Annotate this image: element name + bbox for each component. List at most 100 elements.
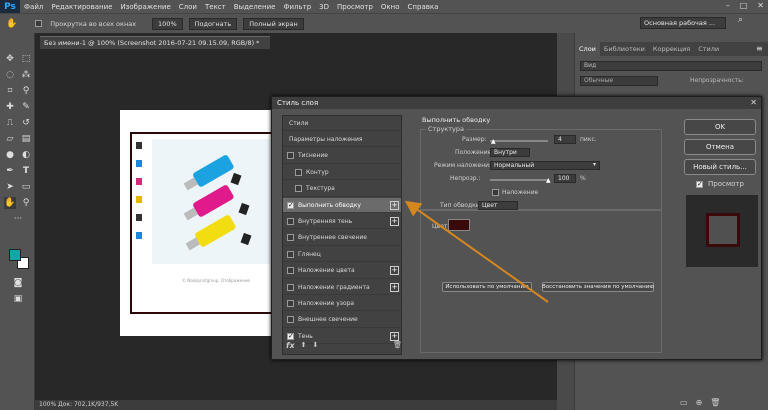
style-list-item[interactable]: Стили	[283, 116, 401, 131]
position-select[interactable]: Внутри	[490, 148, 530, 157]
new-group-icon[interactable]: ▭	[680, 398, 688, 410]
maximize-icon[interactable]: □	[740, 1, 748, 10]
zoom-tool-icon[interactable]: ⚲	[20, 197, 32, 209]
brush-tool-icon[interactable]: ✎	[20, 101, 32, 113]
delete-effect-icon[interactable]: 🗑	[393, 341, 402, 349]
layers-filter-field[interactable]: Вид	[580, 61, 762, 71]
healing-brush-icon[interactable]: ✚	[4, 101, 16, 113]
reset-default-button[interactable]: Восстановить значения по умолчанию	[542, 282, 654, 292]
size-field[interactable]: 4	[554, 135, 576, 144]
menu-item[interactable]: Редактирование	[47, 3, 116, 11]
preview-checkbox[interactable]	[696, 180, 703, 188]
pen-tool-icon[interactable]: ✒	[4, 165, 16, 177]
quick-mask-icon[interactable]: ◙	[12, 277, 24, 289]
style-checkbox[interactable]	[287, 299, 294, 307]
menu-item[interactable]: Файл	[20, 3, 47, 11]
blend-mode-select[interactable]: Нормальный	[490, 161, 600, 170]
blend-mode-select[interactable]: Обычные	[580, 76, 658, 86]
history-brush-icon[interactable]: ↺	[20, 117, 32, 129]
minimize-icon[interactable]: –	[726, 1, 730, 10]
move-up-icon[interactable]: ⬆	[301, 341, 307, 349]
move-tool-icon[interactable]: ✥	[4, 53, 16, 65]
new-layer-icon[interactable]: ⊕	[696, 398, 703, 410]
scroll-all-checkbox[interactable]	[35, 20, 43, 27]
path-selection-icon[interactable]: ➤	[4, 181, 16, 193]
ok-button[interactable]: OK	[684, 119, 756, 135]
style-checkbox[interactable]	[295, 185, 302, 193]
fit-screen-button[interactable]: Подогнать	[188, 17, 238, 30]
crop-tool-icon[interactable]: ⌗	[4, 85, 16, 97]
add-effect-icon[interactable]: +	[390, 216, 399, 226]
type-tool-icon[interactable]: T	[20, 165, 32, 177]
panel-menu-icon[interactable]: ≡	[756, 44, 763, 53]
overprint-checkbox[interactable]	[492, 189, 499, 196]
dialog-title-bar[interactable]: Стиль слоя ✕	[272, 97, 761, 109]
add-effect-icon[interactable]: +	[390, 200, 399, 210]
trash-icon[interactable]: 🗑	[710, 398, 720, 410]
panel-tab[interactable]: Коррекция	[649, 42, 694, 56]
style-list-item[interactable]: Наложение градиента +	[283, 280, 401, 295]
style-checkbox[interactable]	[287, 316, 294, 324]
move-down-icon[interactable]: ⬇	[313, 341, 319, 349]
menu-item[interactable]: Справка	[404, 3, 443, 11]
zoom-field[interactable]: 100%	[152, 17, 183, 30]
search-icon[interactable]: ⌕	[738, 15, 743, 25]
menu-item[interactable]: Текст	[201, 3, 230, 11]
magic-wand-icon[interactable]: ⁂	[20, 69, 32, 81]
style-list-item[interactable]: Текстура	[283, 182, 401, 197]
fill-screen-button[interactable]: Полный экран	[243, 17, 304, 30]
opacity-field[interactable]: 100	[554, 174, 576, 183]
marquee-tool-icon[interactable]: ⬚	[20, 53, 32, 65]
style-list-item[interactable]: Наложение цвета +	[283, 264, 401, 279]
panel-tab[interactable]: Стили	[694, 42, 723, 56]
style-checkbox[interactable]	[287, 217, 294, 225]
add-effect-icon[interactable]: +	[390, 266, 399, 276]
style-checkbox[interactable]	[287, 234, 294, 242]
blur-tool-icon[interactable]: ●	[4, 149, 16, 161]
style-list-item[interactable]: Выполнить обводку +	[283, 198, 401, 213]
menu-item[interactable]: Слои	[175, 3, 201, 11]
style-list-item[interactable]: Глянец	[283, 247, 401, 263]
menu-item[interactable]: Фильтр	[279, 3, 315, 11]
style-list-item[interactable]: Контур	[283, 165, 401, 181]
foreground-color-swatch[interactable]	[9, 249, 21, 261]
dialog-close-icon[interactable]: ✕	[750, 97, 757, 109]
more-tools-icon[interactable]: ···	[12, 213, 24, 225]
screen-mode-icon[interactable]: ▣	[12, 293, 24, 305]
size-slider-thumb[interactable]: ▲	[491, 138, 496, 145]
menu-item[interactable]: Изображение	[116, 3, 174, 11]
fx-menu-icon[interactable]: fx	[286, 341, 295, 350]
add-effect-icon[interactable]: +	[390, 282, 399, 292]
new-style-button[interactable]: Новый стиль...	[684, 159, 756, 175]
style-checkbox[interactable]	[287, 283, 294, 291]
menu-item[interactable]: 3D	[315, 3, 333, 11]
style-list-item[interactable]: Наложение узора	[283, 296, 401, 312]
dodge-tool-icon[interactable]: ◐	[20, 149, 32, 161]
style-checkbox[interactable]	[287, 267, 294, 275]
workspace-search-field[interactable]: Основная рабочая ...	[640, 17, 726, 29]
eyedropper-icon[interactable]: ⚲	[20, 85, 32, 97]
document-tab[interactable]: Без имени-1 @ 100% (Screenshot 2016-07-2…	[40, 36, 270, 49]
lasso-tool-icon[interactable]: ◌	[4, 69, 16, 81]
stroke-color-swatch[interactable]	[448, 219, 470, 231]
gradient-tool-icon[interactable]: ▤	[20, 133, 32, 145]
clone-stamp-icon[interactable]: ⎍	[4, 117, 16, 129]
style-checkbox[interactable]	[295, 168, 302, 176]
eraser-icon[interactable]: ▱	[4, 133, 16, 145]
document-canvas[interactable]: © Nakoprintgroup. Отображение	[120, 110, 275, 336]
style-list-item[interactable]: Внутренняя тень +	[283, 214, 401, 230]
menu-item[interactable]: Окно	[377, 3, 404, 11]
fill-type-select[interactable]: Цвет	[478, 201, 518, 210]
style-checkbox[interactable]	[287, 152, 294, 160]
panel-tab[interactable]: Библиотеки	[600, 42, 649, 56]
style-checkbox[interactable]	[287, 250, 294, 258]
hand-tool-icon[interactable]: ✋	[4, 197, 16, 209]
opacity-slider-thumb[interactable]: ▲	[546, 177, 551, 184]
style-list-item[interactable]: Тиснение	[283, 149, 401, 164]
style-list-item[interactable]: Параметры наложения	[283, 132, 401, 148]
size-slider[interactable]	[490, 140, 548, 142]
style-checkbox[interactable]	[287, 201, 294, 209]
panel-tab[interactable]: Слои	[575, 42, 600, 56]
style-list-item[interactable]: Внутреннее свечение	[283, 231, 401, 246]
opacity-slider[interactable]	[490, 179, 548, 181]
